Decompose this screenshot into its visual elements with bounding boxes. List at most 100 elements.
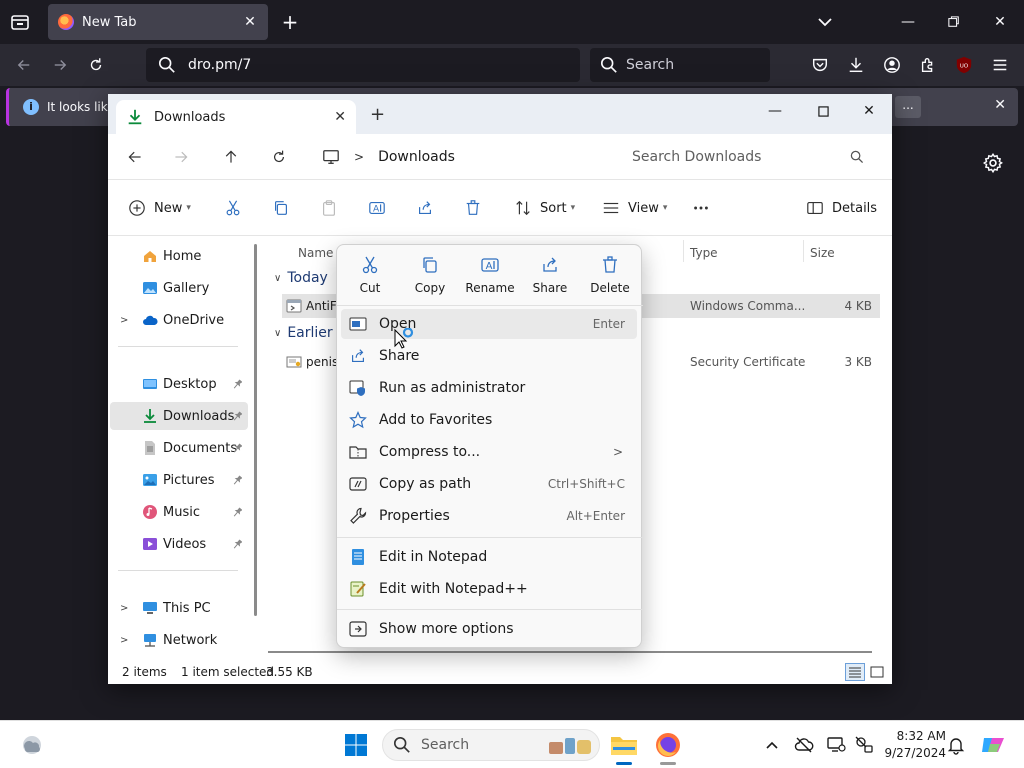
view-list-icon <box>603 202 619 214</box>
menu-item-open[interactable]: Open Enter <box>341 309 637 339</box>
start-button[interactable] <box>344 733 368 757</box>
menu-item-share[interactable]: Share <box>341 341 637 371</box>
context-rename-button[interactable]: A Rename <box>460 255 520 299</box>
rename-button[interactable]: A <box>368 196 386 220</box>
view-button[interactable]: View ▾ <box>602 196 667 220</box>
column-header-size[interactable]: Size <box>810 246 835 260</box>
close-tab-icon[interactable]: ✕ <box>334 109 346 125</box>
back-icon[interactable] <box>124 146 146 168</box>
column-header-type[interactable]: Type <box>690 246 718 260</box>
context-cut-button[interactable]: Cut <box>340 255 400 299</box>
minimize-icon[interactable]: — <box>760 98 790 124</box>
sidebar-item-this-pc[interactable]: > This PC <box>110 594 248 622</box>
sidebar-scrollbar[interactable] <box>254 244 257 616</box>
horizontal-scrollbar[interactable] <box>268 651 872 653</box>
group-header-earlier[interactable]: ∨ Earlier <box>274 325 333 341</box>
cloud-offline-icon[interactable] <box>794 735 814 755</box>
taskbar-file-explorer[interactable] <box>606 727 642 765</box>
menu-item-compress[interactable]: Compress to... > <box>341 437 637 467</box>
extensions-icon[interactable] <box>916 53 940 77</box>
copilot-icon[interactable]: PRE <box>980 732 1011 758</box>
details-view-button[interactable] <box>845 663 865 681</box>
menu-item-run-as-admin[interactable]: Run as administrator <box>341 373 637 403</box>
taskbar-search-input[interactable]: Search <box>382 729 600 761</box>
menu-item-properties[interactable]: Properties Alt+Enter <box>341 501 637 531</box>
url-bar[interactable]: dro.pm/7 <box>146 48 580 82</box>
menu-item-edit-in-notepad[interactable]: Edit in Notepad <box>341 542 637 572</box>
sort-button[interactable]: Sort ▾ <box>514 196 575 220</box>
chevron-right-icon[interactable]: > <box>120 315 128 326</box>
menu-item-add-to-favorites[interactable]: Add to Favorites <box>341 405 637 435</box>
new-button[interactable]: New ▾ <box>128 196 191 220</box>
up-arrow-icon[interactable] <box>220 146 242 168</box>
sidebar-item-downloads[interactable]: Downloads <box>110 402 248 430</box>
copy-button[interactable] <box>272 196 290 220</box>
hamburger-menu-icon[interactable] <box>988 53 1012 77</box>
new-tab-button[interactable]: + <box>278 10 302 34</box>
chevron-right-icon[interactable]: > <box>120 603 128 614</box>
minimize-icon[interactable]: — <box>894 8 922 36</box>
sidebar-item-onedrive[interactable]: > OneDrive <box>110 306 248 334</box>
chevron-right-icon[interactable]: > <box>120 635 128 646</box>
breadcrumb-current[interactable]: Downloads <box>378 149 455 165</box>
network-status-icon[interactable] <box>854 735 874 755</box>
explorer-search-input[interactable]: Search Downloads <box>620 142 878 172</box>
close-tab-icon[interactable]: ✕ <box>242 14 258 30</box>
delete-button[interactable] <box>464 196 482 220</box>
menu-item-edit-with-notepadpp[interactable]: Edit with Notepad++ <box>341 574 637 604</box>
close-notification-icon[interactable]: ✕ <box>994 97 1006 113</box>
gear-icon[interactable] <box>982 152 1004 174</box>
url-text: dro.pm/7 <box>188 57 252 73</box>
paste-button[interactable] <box>320 196 338 220</box>
more-options-button[interactable] <box>692 196 710 220</box>
forward-icon[interactable] <box>170 146 192 168</box>
column-header-name[interactable]: Name <box>298 246 333 260</box>
share-button[interactable] <box>416 196 434 220</box>
browser-tab[interactable]: New Tab ✕ <box>48 4 268 40</box>
sidebar-item-home[interactable]: Home <box>110 242 248 270</box>
context-copy-button[interactable]: Copy <box>400 255 460 299</box>
taskbar-firefox[interactable] <box>650 727 686 765</box>
pocket-icon[interactable] <box>808 53 832 77</box>
downloads-icon[interactable] <box>844 53 868 77</box>
notification-more-button[interactable]: ... <box>895 96 921 118</box>
menu-item-copy-as-path[interactable]: Copy as path Ctrl+Shift+C <box>341 469 637 499</box>
sidebar-item-pictures[interactable]: Pictures <box>110 466 248 494</box>
list-all-tabs-icon[interactable] <box>8 10 32 34</box>
column-separator[interactable] <box>803 240 804 262</box>
context-delete-button[interactable]: Delete <box>580 255 640 299</box>
bell-icon[interactable] <box>946 735 966 755</box>
reload-icon[interactable] <box>84 53 108 77</box>
display-icon[interactable] <box>826 735 846 755</box>
context-share-button[interactable]: Share <box>520 255 580 299</box>
browser-search-box[interactable]: Search <box>590 48 770 82</box>
refresh-icon[interactable] <box>268 146 290 168</box>
tiles-view-button[interactable] <box>867 663 887 681</box>
sidebar-item-music[interactable]: Music <box>110 498 248 526</box>
sidebar-item-network[interactable]: > Network <box>110 626 248 654</box>
restore-icon[interactable] <box>940 8 968 36</box>
breadcrumb[interactable]: > Downloads <box>312 142 612 172</box>
chevron-down-icon[interactable] <box>814 12 836 32</box>
sidebar-item-desktop[interactable]: Desktop <box>110 370 248 398</box>
chevron-up-icon[interactable] <box>762 735 782 755</box>
forward-icon[interactable] <box>48 53 72 77</box>
column-separator[interactable] <box>683 240 684 262</box>
sidebar-item-gallery[interactable]: Gallery <box>110 274 248 302</box>
sidebar-item-documents[interactable]: Documents <box>110 434 248 462</box>
close-window-icon[interactable]: ✕ <box>986 8 1014 36</box>
account-icon[interactable] <box>880 53 904 77</box>
menu-item-show-more-options[interactable]: Show more options <box>341 614 637 644</box>
add-tab-button[interactable]: + <box>370 104 385 125</box>
clock[interactable]: 8:32 AM 9/27/2024 <box>880 728 946 762</box>
sidebar-item-videos[interactable]: Videos <box>110 530 248 558</box>
maximize-icon[interactable] <box>808 98 838 124</box>
ublock-icon[interactable]: UO <box>952 53 976 77</box>
cut-button[interactable] <box>224 196 242 220</box>
group-header-today[interactable]: ∨ Today <box>274 270 328 286</box>
back-icon[interactable] <box>12 53 36 77</box>
details-pane-button[interactable]: Details <box>806 196 877 220</box>
close-window-icon[interactable]: ✕ <box>854 98 884 124</box>
explorer-tab[interactable]: Downloads ✕ <box>116 100 356 134</box>
weather-widget-icon[interactable] <box>20 734 44 756</box>
